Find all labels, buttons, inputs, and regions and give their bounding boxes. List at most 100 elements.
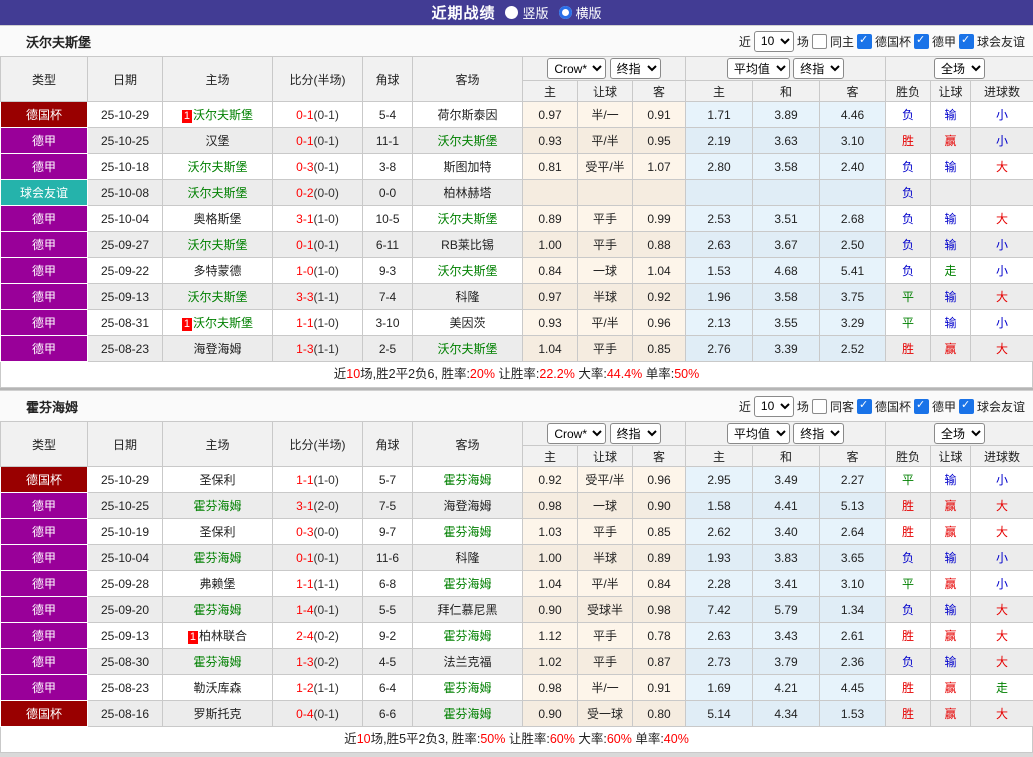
euro-odds-group: 平均值 终指 xyxy=(686,422,886,446)
asia-away-odds: 0.80 xyxy=(633,701,686,727)
home-team-name: 霍芬海姆 xyxy=(193,551,241,565)
corner-cell: 6-8 xyxy=(363,571,413,597)
result-handicap: 输 xyxy=(931,284,971,310)
corner-text: 3-8 xyxy=(379,160,396,174)
scope-select[interactable]: 全场 xyxy=(934,423,985,444)
asia-away-odds: 0.91 xyxy=(633,102,686,128)
filter-controls: 近 10 场 同主 德国杯 德甲 球会友谊 xyxy=(739,31,1025,52)
away-team-cell: 沃尔夫斯堡 xyxy=(413,206,523,232)
date-text: 25-10-29 xyxy=(101,473,149,487)
asia-home-odds: 0.89 xyxy=(523,206,578,232)
near-count-select[interactable]: 10 xyxy=(754,31,794,52)
col-corner: 角球 xyxy=(363,57,413,102)
halftime-score: (0-1) xyxy=(314,108,339,122)
corner-text: 9-7 xyxy=(379,525,396,539)
col-euro-home: 主 xyxy=(686,81,753,102)
checkbox-bundesliga[interactable] xyxy=(914,399,929,414)
euro-home-odds-text: 1.93 xyxy=(707,551,730,565)
odds-company-select[interactable]: Crow* xyxy=(547,58,606,79)
result-handicap-text: 赢 xyxy=(945,629,957,643)
competition-badge: 德国杯 xyxy=(1,467,88,493)
competition-label: 德国杯 xyxy=(26,473,62,487)
match-row: 德甲25-09-20霍芬海姆1-4(0-1)5-5拜仁慕尼黑0.90受球半0.9… xyxy=(1,597,1033,623)
checkbox-german-cup[interactable] xyxy=(857,399,872,414)
radio-icon-vertical[interactable] xyxy=(505,6,518,19)
result-wdl-text: 负 xyxy=(902,160,914,174)
euro-home-odds: 1.69 xyxy=(686,675,753,701)
asia-home-odds: 1.03 xyxy=(523,519,578,545)
euro-home-odds-text: 1.69 xyxy=(707,681,730,695)
odds-stage-select[interactable]: 终指 xyxy=(610,58,661,79)
home-team-cell: 多特蒙德 xyxy=(163,258,273,284)
layout-option-vertical[interactable]: 竖版 xyxy=(505,3,548,22)
handicap-line: 受球半 xyxy=(578,597,633,623)
euro-draw-odds: 3.55 xyxy=(753,310,820,336)
checkbox-german-cup[interactable] xyxy=(857,34,872,49)
euro-stage-select[interactable]: 终指 xyxy=(793,58,844,79)
away-team-cell: RB莱比锡 xyxy=(413,232,523,258)
away-team-name: RB莱比锡 xyxy=(441,238,494,252)
away-team-name: 斯图加特 xyxy=(443,160,491,174)
result-wdl-text: 负 xyxy=(902,186,914,200)
date-text: 25-08-30 xyxy=(101,655,149,669)
euro-home-odds-text: 2.63 xyxy=(707,238,730,252)
result-handicap: 输 xyxy=(931,545,971,571)
home-team-cell: 沃尔夫斯堡 xyxy=(163,154,273,180)
team-name: 霍芬海姆 xyxy=(26,397,78,416)
col-type: 类型 xyxy=(1,422,88,467)
summary-text: 44.4% xyxy=(607,367,642,381)
summary-row: 近10场,胜2平2负6, 胜率:20% 让胜率:22.2% 大率:44.4% 单… xyxy=(0,362,1033,388)
score-cell: 1-1(1-1) xyxy=(273,571,363,597)
euro-away-odds: 3.29 xyxy=(820,310,886,336)
euro-company-select[interactable]: 平均值 xyxy=(727,423,790,444)
euro-draw-odds: 3.79 xyxy=(753,649,820,675)
radio-icon-horizontal[interactable] xyxy=(559,6,572,19)
match-row: 德甲25-09-28弗赖堡1-1(1-1)6-8霍芬海姆1.04平/半0.842… xyxy=(1,571,1033,597)
near-count-select[interactable]: 10 xyxy=(754,396,794,417)
result-goals-text: 小 xyxy=(996,316,1008,330)
scope-select[interactable]: 全场 xyxy=(934,58,985,79)
away-team-name: 沃尔夫斯堡 xyxy=(437,212,497,226)
euro-draw-odds: 3.40 xyxy=(753,519,820,545)
euro-draw-odds-text: 4.34 xyxy=(774,707,797,721)
bundesliga-label: 德甲 xyxy=(932,33,956,50)
result-wdl: 胜 xyxy=(886,128,931,154)
competition-label: 德甲 xyxy=(32,525,56,539)
checkbox-same-home[interactable] xyxy=(812,34,827,49)
handicap-line-text: 受平/半 xyxy=(585,473,624,487)
euro-draw-odds-text: 3.58 xyxy=(774,160,797,174)
checkbox-friendly[interactable] xyxy=(959,399,974,414)
score-cell: 1-3(0-2) xyxy=(273,649,363,675)
asia-home-odds: 1.04 xyxy=(523,336,578,362)
date-text: 25-08-23 xyxy=(101,681,149,695)
section-header: 沃尔夫斯堡 近 10 场 同主 德国杯 德甲 球会友谊 xyxy=(0,25,1033,56)
result-handicap: 输 xyxy=(931,154,971,180)
euro-draw-odds-text: 3.89 xyxy=(774,108,797,122)
corner-text: 6-4 xyxy=(379,681,396,695)
euro-away-odds-text: 2.27 xyxy=(841,473,864,487)
checkbox-friendly[interactable] xyxy=(959,34,974,49)
odds-company-select[interactable]: Crow* xyxy=(547,423,606,444)
euro-stage-select[interactable]: 终指 xyxy=(793,423,844,444)
corner-text: 11-6 xyxy=(376,551,399,565)
col-euro-home: 主 xyxy=(686,446,753,467)
checkbox-bundesliga[interactable] xyxy=(914,34,929,49)
euro-draw-odds-text: 3.83 xyxy=(774,551,797,565)
result-goals: 小 xyxy=(971,310,1033,336)
euro-away-odds xyxy=(820,180,886,206)
competition-label: 德甲 xyxy=(32,238,56,252)
layout-option-horizontal[interactable]: 横版 xyxy=(559,3,602,22)
fulltime-score: 0-3 xyxy=(296,525,313,539)
corner-cell: 2-5 xyxy=(363,336,413,362)
euro-draw-odds-text: 3.63 xyxy=(774,134,797,148)
result-goals-text: 大 xyxy=(996,342,1008,356)
asia-away-odds-text: 0.96 xyxy=(647,316,670,330)
fulltime-score: 3-1 xyxy=(296,212,313,226)
col-asia-away: 客 xyxy=(633,446,686,467)
checkbox-same-away[interactable] xyxy=(812,399,827,414)
odds-stage-select[interactable]: 终指 xyxy=(610,423,661,444)
euro-company-select[interactable]: 平均值 xyxy=(727,58,790,79)
asia-home-odds-text: 0.92 xyxy=(538,473,561,487)
home-team-name: 沃尔夫斯堡 xyxy=(187,290,247,304)
euro-draw-odds: 3.39 xyxy=(753,336,820,362)
